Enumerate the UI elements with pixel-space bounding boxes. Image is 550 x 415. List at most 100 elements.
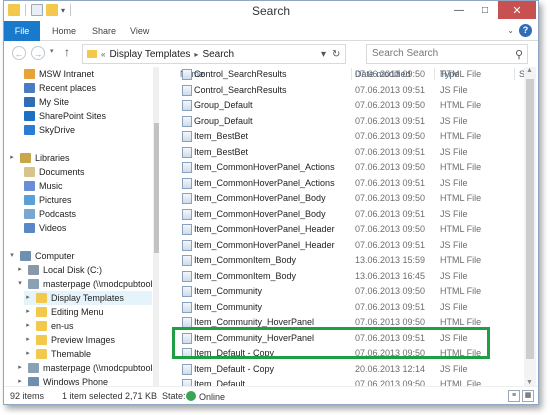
file-row[interactable]: Item_BestBet 07.06.2013 09:50 HTML File [164, 129, 516, 144]
tab-share[interactable]: Share [92, 21, 116, 41]
file-name: Item_BestBet [194, 131, 249, 141]
nav-item-masterpage-2[interactable]: ▸ masterpage (\\modcpubtools\D [16, 361, 159, 375]
file-date-modified: 07.06.2013 09:51 [355, 208, 426, 219]
expand-chevron-icon[interactable]: ▸ [24, 347, 32, 361]
nav-item-windows-phone[interactable]: ▸ Windows Phone [16, 375, 108, 386]
folder-icon [36, 293, 47, 303]
file-row[interactable]: Item_CommonItem_Body 13.06.2013 16:45 JS F… [164, 269, 516, 284]
file-name: Item_Default - Copy [194, 363, 275, 374]
nav-item-my-site[interactable]: My Site [24, 95, 69, 109]
file-row[interactable]: Item_CommonHoverPanel_Body 07.06.2013 09:… [164, 207, 516, 222]
nav-item-music[interactable]: Music [24, 179, 63, 193]
file-type: JS File [440, 84, 468, 95]
file-row[interactable]: Item_CommonHoverPanel_Header 07.06.2013 0… [164, 238, 516, 253]
help-icon[interactable]: ? [519, 24, 532, 37]
file-row[interactable]: Item_Community 07.06.2013 09:51 JS File [164, 300, 516, 315]
file-date-modified: 07.06.2013 09:50 [355, 317, 426, 327]
nav-item-podcasts[interactable]: Podcasts [24, 207, 76, 221]
recent-locations-chevron-icon[interactable]: ▾ [50, 47, 54, 55]
nav-item-themable[interactable]: ▸ Themable [24, 347, 91, 361]
file-row[interactable]: Item_CommonHoverPanel_Actions 07.06.2013 … [164, 176, 516, 191]
file-row[interactable]: Item_CommonHoverPanel_Header 07.06.2013 0… [164, 222, 516, 237]
maximize-button[interactable]: □ [472, 1, 498, 19]
file-name: Item_CommonHoverPanel_Actions [194, 177, 335, 188]
minimize-button[interactable]: — [446, 1, 472, 19]
nav-item-documents[interactable]: Documents [24, 165, 85, 179]
file-name: Group_Default [194, 100, 253, 110]
file-list-scrollbar[interactable]: ▲ ▼ [524, 67, 536, 386]
breadcrumb-overflow[interactable]: « [101, 50, 105, 59]
file-list-scrollbar-thumb[interactable] [526, 79, 534, 359]
expand-chevron-icon[interactable]: ▸ [16, 361, 24, 375]
back-button[interactable]: ← [12, 46, 26, 60]
address-bar[interactable]: « Display Templates ▸ Search [82, 44, 346, 64]
scroll-down-arrow-icon[interactable]: ▼ [526, 379, 533, 386]
nav-item-en-us[interactable]: ▸ en-us [24, 319, 74, 333]
refresh-icon[interactable]: ↻ [332, 49, 340, 60]
search-placeholder: Search Search [372, 48, 439, 59]
breadcrumb-search[interactable]: Search [202, 49, 234, 60]
file-icon [182, 239, 192, 251]
collapse-chevron-icon[interactable]: ▾ [8, 249, 16, 263]
expand-chevron-icon[interactable]: ▸ [24, 291, 32, 305]
details-view-icon[interactable]: ≡ [508, 390, 520, 402]
search-input[interactable]: Search Search ⚲ [366, 44, 528, 64]
nav-item-masterpage[interactable]: ▾ masterpage (\\modcpubtools\D [16, 277, 159, 291]
network-drive-icon [28, 363, 39, 373]
nav-item-pictures[interactable]: Pictures [24, 193, 72, 207]
expand-chevron-icon[interactable]: ▸ [24, 333, 32, 347]
collapse-chevron-icon[interactable]: ▾ [16, 277, 24, 291]
nav-item-display-templates[interactable]: ▸ Display Templates [24, 291, 152, 305]
file-type: JS File [440, 146, 468, 157]
expand-chevron-icon[interactable]: ▸ [8, 151, 16, 165]
address-dropdown-chevron-icon[interactable]: ▾ [321, 49, 326, 60]
file-row[interactable]: Item_CommonItem_Body 13.06.2013 15:59 HTML… [164, 253, 516, 268]
nav-item-computer[interactable]: ▾ Computer [8, 249, 75, 263]
nav-item-videos[interactable]: Videos [24, 221, 66, 235]
nav-item-libraries[interactable]: ▸ Libraries [8, 151, 70, 165]
file-row[interactable]: Item_Community 07.06.2013 09:50 HTML File [164, 284, 516, 299]
nav-item-preview-images[interactable]: ▸ Preview Images [24, 333, 115, 347]
expand-chevron-icon[interactable]: ▸ [16, 375, 24, 386]
file-name: Item_CommonHoverPanel_Body [194, 208, 326, 219]
expand-chevron-icon[interactable]: ▸ [24, 305, 32, 319]
nav-item-local-disk[interactable]: ▸ Local Disk (C:) [16, 263, 102, 277]
file-row[interactable]: Item_Default - Copy 20.06.2013 12:14 JS Fi… [164, 362, 516, 377]
nav-item-recent-places[interactable]: Recent places [24, 81, 96, 95]
expand-chevron-icon[interactable]: ▸ [16, 263, 24, 277]
file-icon [182, 131, 192, 142]
file-row[interactable]: Item_CommonHoverPanel_Actions 07.06.2013 … [164, 160, 516, 175]
nav-item-skydrive[interactable]: SkyDrive [24, 123, 75, 137]
file-row[interactable]: Item_Default 07.06.2013 09:50 HTML File [164, 377, 516, 386]
file-date-modified: 20.06.2013 12:14 [355, 363, 426, 374]
nav-scrollbar-thumb[interactable] [154, 123, 159, 253]
expand-ribbon-chevron-icon[interactable]: ⌄ [507, 26, 514, 35]
file-row[interactable]: Group_Default 07.06.2013 09:50 HTML File [164, 98, 516, 113]
file-row[interactable]: Control_SearchResults 07.06.2013 09:50 HTM… [164, 67, 516, 82]
close-button[interactable]: ✕ [498, 1, 536, 19]
large-icons-view-icon[interactable]: ▦ [522, 390, 534, 402]
nav-item-editing-menu[interactable]: ▸ Editing Menu [24, 305, 104, 319]
nav-scrollbar[interactable] [153, 67, 159, 386]
tab-view[interactable]: View [130, 21, 149, 41]
file-type: HTML File [440, 286, 482, 296]
site-icon [24, 69, 35, 79]
breadcrumb-display-templates[interactable]: Display Templates [109, 49, 190, 60]
nav-item-sharepoint-sites[interactable]: SharePoint Sites [24, 109, 106, 123]
scroll-up-arrow-icon[interactable]: ▲ [526, 67, 533, 74]
file-row[interactable]: Item_BestBet 07.06.2013 09:51 JS File [164, 145, 516, 160]
file-name: Item_CommonItem_Body [194, 270, 297, 281]
up-arrow-icon[interactable]: ↑ [64, 45, 70, 59]
expand-chevron-icon[interactable]: ▸ [24, 319, 32, 333]
tab-home[interactable]: Home [52, 21, 76, 41]
videos-icon [24, 223, 35, 233]
folder-icon [36, 349, 47, 359]
nav-item-msw-intranet[interactable]: MSW Intranet [24, 67, 94, 81]
podcasts-icon [24, 209, 35, 219]
forward-button[interactable]: → [31, 46, 45, 60]
file-row[interactable]: Control_SearchResults 07.06.2013 09:51 JS … [164, 83, 516, 98]
file-row[interactable]: Item_CommonHoverPanel_Body 07.06.2013 09:… [164, 191, 516, 206]
tab-file[interactable]: File [4, 21, 40, 41]
search-icon[interactable]: ⚲ [515, 46, 523, 64]
file-row[interactable]: Group_Default 07.06.2013 09:51 JS File [164, 114, 516, 129]
